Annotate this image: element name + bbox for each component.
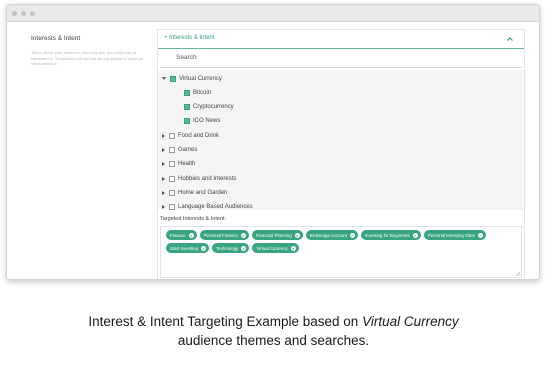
interest-chip[interactable]: Personal Finance × <box>199 230 249 240</box>
chip-list: Finance × Personal Finance × Financial Plann… <box>166 230 516 253</box>
tree-item-label: Health <box>178 161 196 168</box>
search-underline <box>160 67 522 68</box>
caption-line-1: Interest & Intent Targeting Example base… <box>0 312 547 331</box>
interest-chip-label: Finance <box>170 232 186 238</box>
tree-item-label: Virtual Currency <box>179 75 222 82</box>
remove-chip-icon[interactable]: × <box>290 245 296 251</box>
tree-item[interactable]: Bitcoin <box>184 86 211 99</box>
interest-chip-label: Personal Finance <box>203 232 238 238</box>
interest-chip-label: Start Investing <box>170 245 199 251</box>
window-close-dot[interactable] <box>12 10 17 16</box>
remove-chip-icon[interactable]: × <box>294 232 300 238</box>
interest-chip-label: Investing for Beginners <box>364 232 410 238</box>
remove-chip-icon[interactable]: × <box>201 245 207 251</box>
interest-chip[interactable]: Virtual Currency × <box>252 243 299 253</box>
caret-right-icon[interactable] <box>162 205 165 210</box>
tree-item-label: ICO News <box>193 118 221 125</box>
interest-chip-label: Technology <box>216 245 239 251</box>
interest-chip[interactable]: Technology × <box>212 243 250 253</box>
tree-item-checkbox[interactable] <box>169 204 175 211</box>
window-minimize-dot[interactable] <box>21 10 26 16</box>
tree-item-label: Home and Garden <box>178 189 228 196</box>
tree-item-checkbox[interactable] <box>169 132 175 139</box>
interest-chip[interactable]: Start Investing × <box>166 243 210 253</box>
interest-chip-label: Brokerage Account <box>309 232 347 238</box>
interest-chip[interactable]: Personal Investing Sites × <box>423 230 486 240</box>
caret-right-icon[interactable] <box>162 190 165 195</box>
tree-item-checkbox[interactable] <box>184 118 190 125</box>
tree-item[interactable]: Food and Drink <box>162 129 219 142</box>
remove-chip-icon[interactable]: × <box>412 232 418 238</box>
caret-right-icon[interactable] <box>162 176 165 181</box>
chevron-up-icon[interactable] <box>506 35 514 43</box>
search-input[interactable] <box>176 51 506 63</box>
targeted-chips-box[interactable]: Finance × Personal Finance × Financial Plann… <box>160 226 522 278</box>
interest-chip-label: Virtual Currency <box>256 245 288 251</box>
tree-item[interactable]: Cryptocurrency <box>184 101 234 114</box>
targeted-label: Targeted Interests & Intent: <box>160 216 227 222</box>
tree-item-label: Food and Drink <box>178 132 220 139</box>
caret-right-icon[interactable] <box>162 133 165 138</box>
tree-item-label: Cryptocurrency <box>193 104 234 111</box>
tree-item[interactable]: Hobbies and Interests <box>162 172 236 185</box>
caption-line-2: audience themes and searches. <box>177 333 370 348</box>
caret-down-icon[interactable] <box>162 77 166 80</box>
tree-item-checkbox[interactable] <box>169 189 175 196</box>
interest-chip[interactable]: Brokerage Account × <box>305 230 358 240</box>
caption-prefix: Interest & Intent Targeting Example base… <box>88 314 363 329</box>
remove-chip-icon[interactable]: × <box>477 232 483 238</box>
panel-header-label[interactable]: + Interests & Intent <box>164 35 215 41</box>
tree-item[interactable]: Home and Garden <box>162 186 227 199</box>
tree-item-checkbox[interactable] <box>169 147 175 153</box>
section-description: Tell us about your audience, who they ar… <box>31 50 144 66</box>
tree-item-label: Games <box>178 147 198 153</box>
panel-header[interactable]: + Interests & Intent <box>158 30 524 49</box>
interest-chip-label: Personal Investing Sites <box>427 232 475 238</box>
tree-item[interactable]: ICO News <box>184 115 220 128</box>
tree-item-label: Bitcoin <box>193 89 212 96</box>
remove-chip-icon[interactable]: × <box>349 232 355 238</box>
caption-emphasis: Virtual Currency <box>362 314 459 329</box>
category-tree: Virtual Currency Bitcoin Cryptocurrency ICO… <box>158 70 524 211</box>
interests-panel: + Interests & Intent Virtual Currency Bit… <box>157 29 525 279</box>
tree-item-checkbox[interactable] <box>184 89 190 96</box>
tree-item[interactable]: Health <box>162 158 195 171</box>
tree-item-checkbox[interactable] <box>169 175 175 182</box>
resize-handle-icon[interactable] <box>515 271 520 276</box>
tree-item-label: Hobbies and Interests <box>178 175 237 182</box>
tree-item[interactable]: Language Based Audiences <box>162 201 253 214</box>
tree-item[interactable]: Virtual Currency <box>162 72 222 85</box>
remove-chip-icon[interactable]: × <box>188 232 194 238</box>
caption: Interest & Intent Targeting Example base… <box>0 312 547 350</box>
caret-right-icon[interactable] <box>162 148 165 152</box>
remove-chip-icon[interactable]: × <box>241 245 247 251</box>
interest-chip[interactable]: Investing for Beginners × <box>360 230 421 240</box>
tree-item-checkbox[interactable] <box>169 161 175 168</box>
tree-item-checkbox[interactable] <box>184 104 190 111</box>
interest-chip[interactable]: Finance × <box>166 230 197 240</box>
tree-item-label: Language Based Audiences <box>178 204 253 211</box>
caret-right-icon[interactable] <box>162 162 165 167</box>
interest-chip-label: Financial Planning <box>255 232 292 238</box>
window-maximize-dot[interactable] <box>30 10 35 16</box>
window-titlebar <box>7 5 539 22</box>
tree-item-checkbox[interactable] <box>170 75 176 82</box>
remove-chip-icon[interactable]: × <box>240 232 246 238</box>
section-title: Interests & Intent <box>31 35 81 42</box>
app-window: Interests & Intent Tell us about your au… <box>6 4 540 280</box>
tree-item[interactable]: Games <box>162 144 197 157</box>
interest-chip[interactable]: Financial Planning × <box>251 230 303 240</box>
